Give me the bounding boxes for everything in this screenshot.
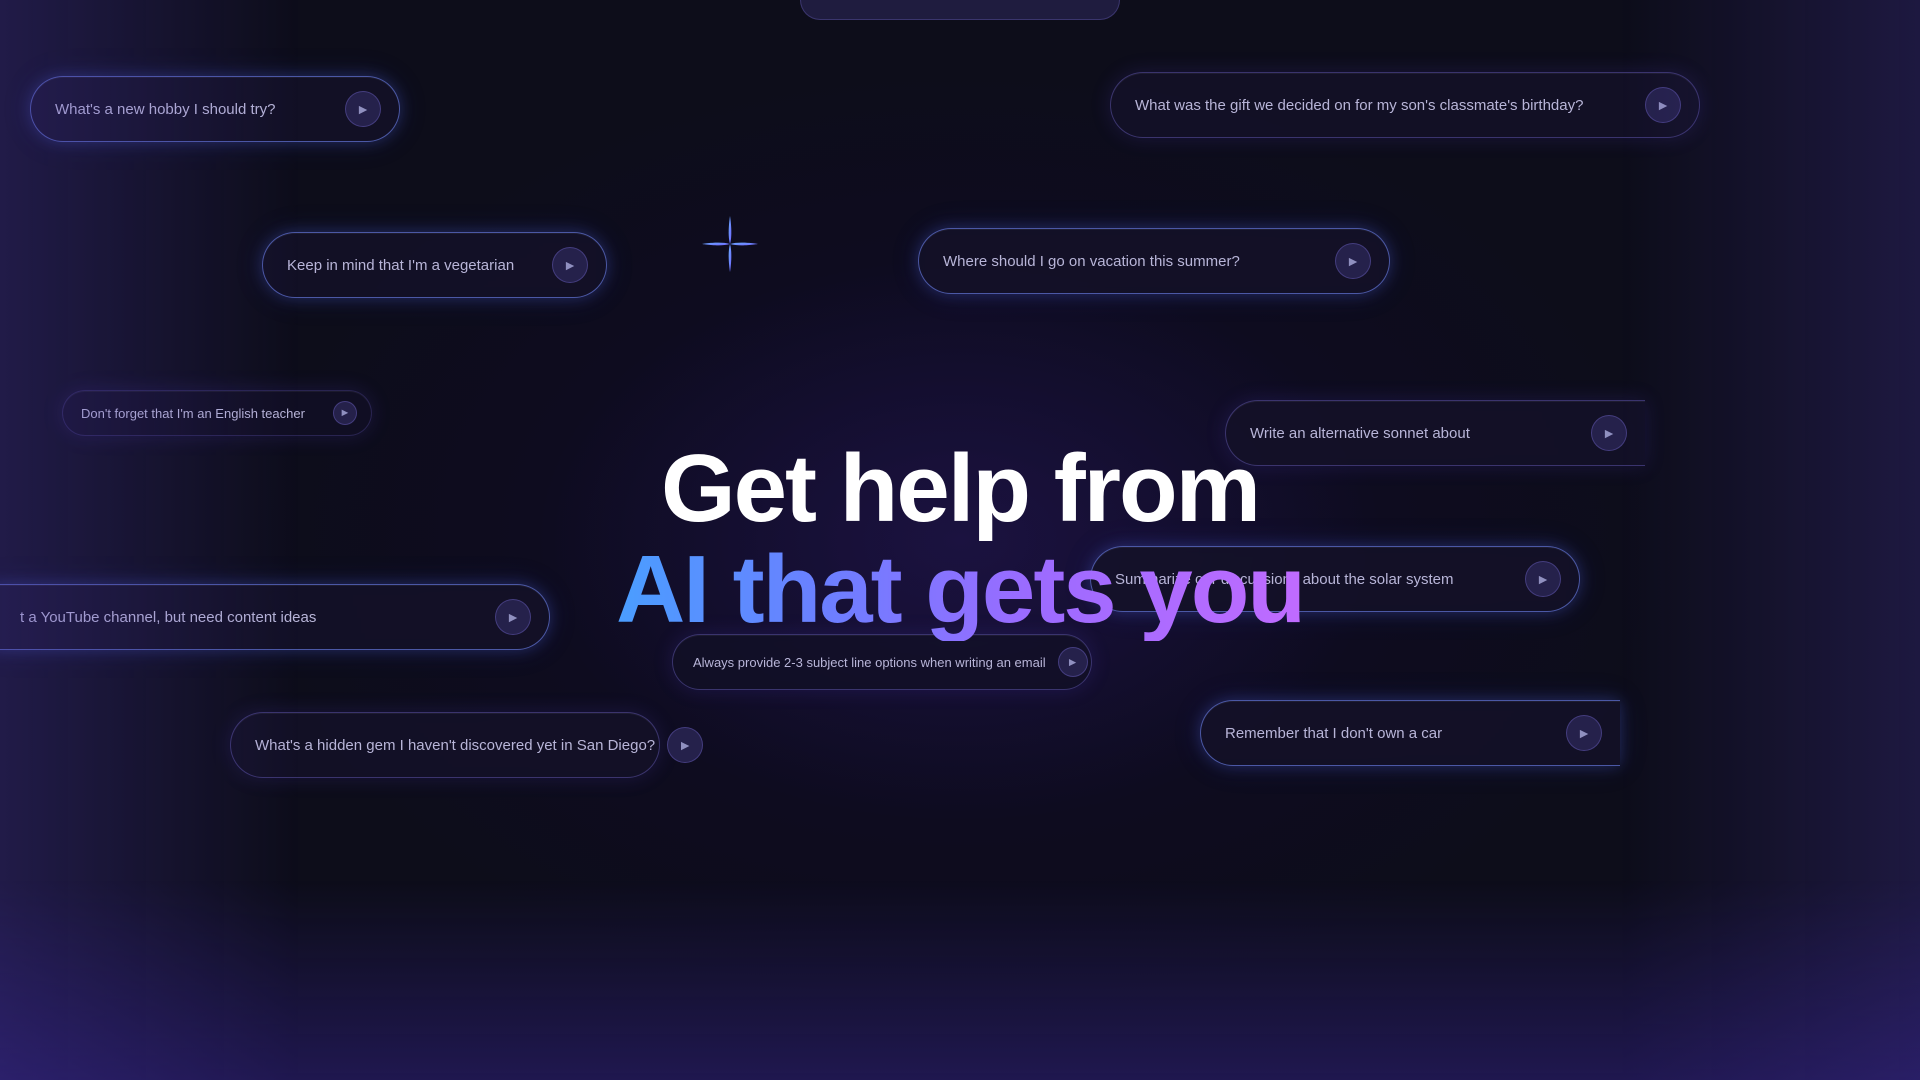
pill-email-subject-btn[interactable]: ► xyxy=(1058,647,1088,677)
pill-san-diego-text: What's a hidden gem I haven't discovered… xyxy=(255,737,655,754)
scene: Get help from AI that gets you What's a … xyxy=(0,0,1920,1080)
pill-solar-system-btn[interactable]: ► xyxy=(1525,561,1561,597)
pill-birthday-gift-btn[interactable]: ► xyxy=(1645,87,1681,123)
hero-line2: AI that gets you xyxy=(616,540,1304,641)
pill-vegetarian-btn[interactable]: ► xyxy=(552,247,588,283)
pill-vegetarian-text: Keep in mind that I'm a vegetarian xyxy=(287,257,514,274)
edge-glow-right xyxy=(1620,0,1920,1080)
edge-glow-left xyxy=(0,0,300,1080)
pill-hobby[interactable]: What's a new hobby I should try? ► xyxy=(30,76,400,142)
pill-vacation-text: Where should I go on vacation this summe… xyxy=(943,253,1240,270)
pill-youtube-btn[interactable]: ► xyxy=(495,599,531,635)
pill-english-teacher[interactable]: Don't forget that I'm an English teacher… xyxy=(62,390,372,436)
pill-birthday-gift-text: What was the gift we decided on for my s… xyxy=(1135,97,1583,114)
edge-glow-bottom xyxy=(0,880,1920,1080)
hero-line1: Get help from xyxy=(616,439,1304,540)
pill-vacation[interactable]: Where should I go on vacation this summe… xyxy=(918,228,1390,294)
pill-youtube-text: t a YouTube channel, but need content id… xyxy=(20,609,316,626)
pill-hobby-btn[interactable]: ► xyxy=(345,91,381,127)
pill-no-car[interactable]: Remember that I don't own a car ► xyxy=(1200,700,1620,766)
pill-vegetarian[interactable]: Keep in mind that I'm a vegetarian ► xyxy=(262,232,607,298)
pill-no-car-text: Remember that I don't own a car xyxy=(1225,725,1442,742)
pill-no-car-btn[interactable]: ► xyxy=(1566,715,1602,751)
pill-sonnet-btn[interactable]: ► xyxy=(1591,415,1627,451)
pill-san-diego[interactable]: What's a hidden gem I haven't discovered… xyxy=(230,712,660,778)
top-bar xyxy=(800,0,1120,20)
pill-youtube[interactable]: t a YouTube channel, but need content id… xyxy=(0,584,550,650)
hero-section: Get help from AI that gets you xyxy=(616,439,1304,641)
pill-san-diego-btn[interactable]: ► xyxy=(667,727,703,763)
pill-birthday-gift[interactable]: What was the gift we decided on for my s… xyxy=(1110,72,1700,138)
pill-vacation-btn[interactable]: ► xyxy=(1335,243,1371,279)
pill-english-teacher-text: Don't forget that I'm an English teacher xyxy=(81,406,305,421)
pill-hobby-text: What's a new hobby I should try? xyxy=(55,101,275,118)
pill-english-teacher-btn[interactable]: ► xyxy=(333,401,357,425)
sparkle-icon xyxy=(700,214,760,274)
pill-email-subject-text: Always provide 2-3 subject line options … xyxy=(693,655,1046,670)
